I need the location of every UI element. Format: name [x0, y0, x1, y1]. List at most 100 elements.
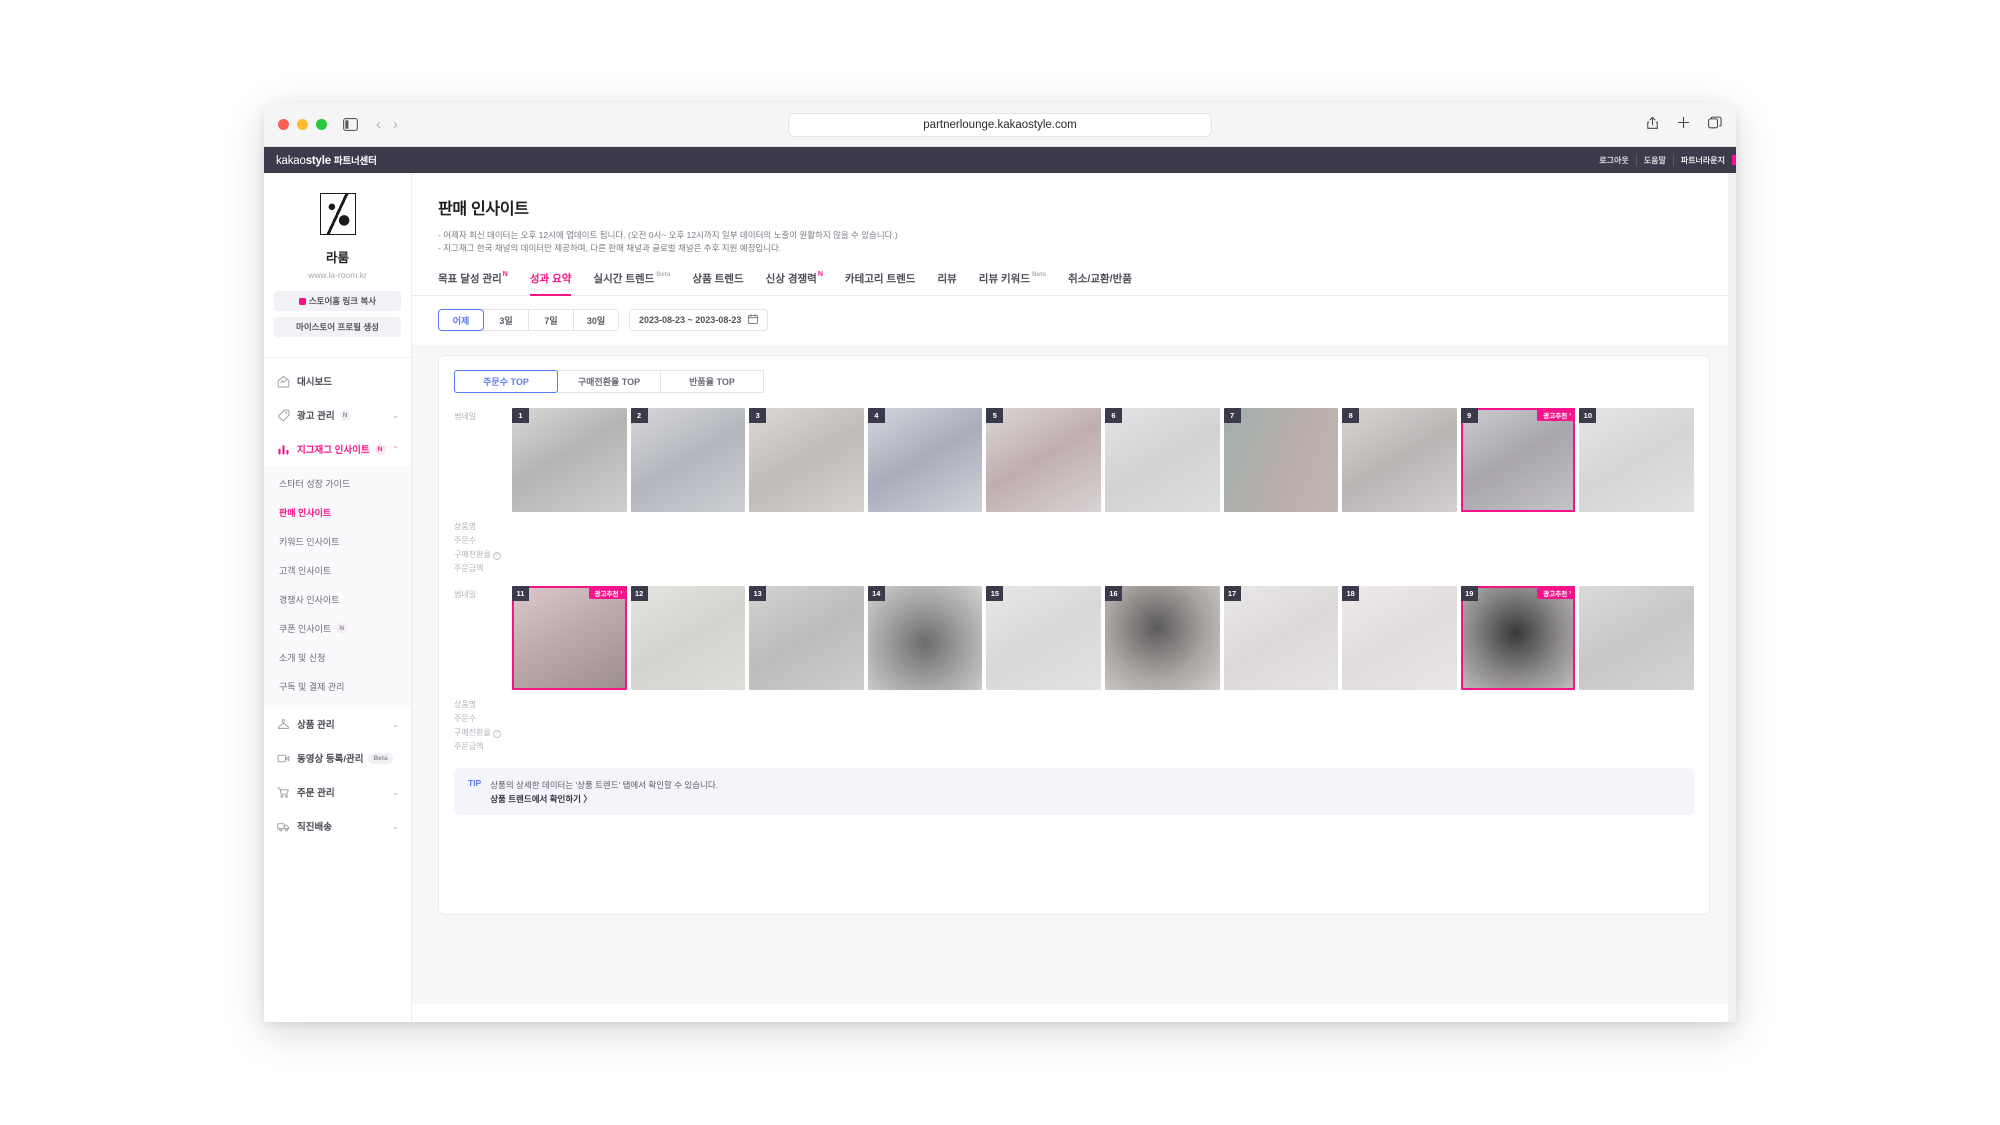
- sidebar-item-competitor-insight[interactable]: 경쟁사 인사이트: [264, 585, 411, 614]
- product-thumbnail[interactable]: 4: [867, 408, 983, 513]
- sidebar-item-product-management-label: 상품 관리: [297, 720, 335, 731]
- sidebar-item-subscription-billing[interactable]: 구독 및 결제 관리: [264, 672, 411, 701]
- period-yesterday-button[interactable]: 어제: [438, 309, 484, 332]
- sidebar-item-keyword-insight[interactable]: 키워드 인사이트: [264, 527, 411, 556]
- chevron-up-icon[interactable]: ⌃: [392, 445, 399, 454]
- tab-performance-summary[interactable]: 성과 요약: [529, 271, 571, 297]
- chevron-down-icon[interactable]: ⌄: [392, 720, 399, 729]
- help-link[interactable]: 도움말: [1635, 154, 1673, 166]
- sidebar-item-zigzag-insight[interactable]: 지그재그 인사이트 N ⌃: [264, 432, 411, 466]
- rank-badge: 1: [512, 408, 529, 424]
- product-thumbnail[interactable]: 7: [1223, 408, 1339, 513]
- main-content: 판매 인사이트 - 어제자 최신 데이터는 오후 12시에 업데이트 됩니다. …: [412, 173, 1736, 1022]
- sidebar-item-order-management[interactable]: 주문 관리 ⌄: [264, 775, 411, 809]
- product-thumbnail[interactable]: 10: [1579, 408, 1694, 513]
- copy-store-link-button[interactable]: 스토어홈 링크 복사: [274, 291, 401, 311]
- chevron-down-icon[interactable]: ⌄: [392, 822, 399, 831]
- tab-goal-management[interactable]: 목표 달성 관리N: [438, 271, 508, 295]
- product-thumbnail-ad[interactable]: 19 광고추천 ›: [1460, 586, 1576, 691]
- sidebar-item-direct-delivery[interactable]: 직진배송 ⌄: [264, 809, 411, 843]
- sidebar-item-direct-delivery-label: 직진배송: [297, 822, 332, 833]
- tab-cancel-exchange-return[interactable]: 취소/교환/반품: [1068, 271, 1132, 295]
- share-icon[interactable]: [1646, 116, 1659, 135]
- sidebar: 라룸 www.la-room.kr 스토어홈 링크 복사 마이스토어 프로필 생…: [264, 173, 412, 1022]
- product-thumbnail[interactable]: 13: [749, 586, 864, 691]
- sidebar-item-dashboard[interactable]: 대시보드: [264, 364, 411, 398]
- product-thumbnail[interactable]: [1579, 586, 1694, 691]
- url-text: partnerlounge.kakaostyle.com: [923, 119, 1077, 131]
- product-thumbnail[interactable]: 17: [1223, 586, 1339, 691]
- sidebar-item-dashboard-label: 대시보드: [297, 377, 332, 388]
- maximize-window-button[interactable]: [316, 119, 327, 130]
- create-mystore-profile-button[interactable]: 마이스토어 프로필 생성: [274, 317, 401, 337]
- browser-navigation[interactable]: ‹ ›: [376, 116, 398, 133]
- logout-link[interactable]: 로그아웃: [1592, 155, 1635, 166]
- rank-tab-return-rate[interactable]: 반품율 TOP: [660, 370, 764, 394]
- date-range-picker[interactable]: 2023-08-23 ~ 2023-08-23: [629, 309, 769, 332]
- product-thumbnail[interactable]: 1: [512, 408, 627, 513]
- product-thumbnail[interactable]: 16: [1104, 586, 1220, 691]
- sidebar-item-intro-apply[interactable]: 소개 및 신청: [264, 643, 411, 672]
- rank-block-2: 썸네일 11 광고추천 › 12 13 14 15 16 17 18 19 광고…: [454, 586, 1694, 754]
- ad-recommend-badge[interactable]: 광고추천 ›: [588, 586, 627, 600]
- sidebar-item-video-management[interactable]: 동영상 등록/관리 Beta: [264, 741, 411, 775]
- tab-new-product-competitiveness[interactable]: 신상 경쟁력N: [766, 271, 823, 295]
- store-badge-icon: [298, 298, 306, 305]
- product-thumbnail-ad[interactable]: 9 광고추천 ›: [1460, 408, 1576, 513]
- partner-lounge-link[interactable]: 파트너라운지: [1672, 154, 1732, 166]
- ad-recommend-badge[interactable]: 광고추천 ›: [1537, 408, 1576, 422]
- product-thumbnail[interactable]: 6: [1104, 408, 1220, 513]
- forward-icon[interactable]: ›: [393, 116, 398, 133]
- tab-overview-icon[interactable]: [1708, 116, 1722, 134]
- tip-link[interactable]: 상품 트렌드에서 확인하기 〉: [490, 793, 718, 805]
- tab-label: 취소/교환/반품: [1068, 273, 1132, 286]
- sidebar-item-sales-insight[interactable]: 판매 인사이트: [264, 498, 411, 527]
- product-thumbnail[interactable]: 18: [1342, 586, 1457, 691]
- tab-realtime-trend[interactable]: 실시간 트렌드 Beta: [593, 271, 670, 295]
- chevron-down-icon[interactable]: ⌄: [392, 411, 399, 420]
- page-scrollbar[interactable]: [1728, 173, 1736, 1022]
- product-thumbnail[interactable]: 14: [867, 586, 983, 691]
- rank-badge: 12: [630, 586, 648, 602]
- back-icon[interactable]: ‹: [376, 116, 381, 133]
- sidebar-subitem-label: 고객 인사이트: [279, 566, 332, 576]
- sidebar-item-starter-growth-guide[interactable]: 스타터 성장 가이드: [264, 469, 411, 498]
- product-thumbnail[interactable]: 3: [749, 408, 864, 513]
- product-thumbnail[interactable]: 15: [986, 586, 1101, 691]
- chevron-down-icon[interactable]: ⌄: [392, 788, 399, 797]
- minimize-window-button[interactable]: [297, 119, 308, 130]
- period-3days-button[interactable]: 3일: [483, 309, 529, 332]
- rank-tab-order-count[interactable]: 주문수 TOP: [454, 370, 558, 394]
- tab-category-trend[interactable]: 카테고리 트렌드: [845, 271, 916, 295]
- period-30days-button[interactable]: 30일: [573, 309, 619, 332]
- brand-logo[interactable]: kakaostyle 파트너센터: [276, 153, 377, 167]
- product-thumbnail[interactable]: 2: [630, 408, 746, 513]
- info-icon[interactable]: ?: [492, 729, 501, 738]
- video-icon: [276, 752, 290, 765]
- brand-light: kakao: [276, 155, 306, 167]
- product-thumbnail-ad[interactable]: 11 광고추천 ›: [512, 586, 627, 691]
- sidebar-item-product-management[interactable]: 상품 관리 ⌄: [264, 707, 411, 741]
- info-icon[interactable]: ?: [492, 551, 501, 560]
- page-title: 판매 인사이트: [438, 201, 529, 218]
- product-thumbnail[interactable]: 5: [986, 408, 1101, 513]
- sidebar-toggle-icon[interactable]: [343, 118, 358, 131]
- address-bar[interactable]: partnerlounge.kakaostyle.com: [788, 113, 1212, 137]
- period-7days-button[interactable]: 7일: [528, 309, 574, 332]
- product-thumbnail[interactable]: 12: [630, 586, 746, 691]
- sidebar-item-coupon-insight[interactable]: 쿠폰 인사이트 N: [264, 614, 411, 643]
- calendar-icon[interactable]: [748, 314, 759, 326]
- sidebar-item-customer-insight[interactable]: 고객 인사이트: [264, 556, 411, 585]
- product-thumbnail[interactable]: 8: [1342, 408, 1457, 513]
- tab-review-keyword[interactable]: 리뷰 키워드 Beta: [979, 271, 1046, 295]
- tip-text: 상품의 상세한 데이터는 '상품 트렌드' 탭에서 확인할 수 있습니다.: [490, 780, 719, 791]
- ad-recommend-badge[interactable]: 광고추천 ›: [1537, 586, 1576, 600]
- new-tab-icon[interactable]: [1677, 116, 1690, 134]
- window-controls[interactable]: [278, 119, 327, 130]
- sidebar-item-ad-management[interactable]: 광고 관리 N ⌄: [264, 398, 411, 432]
- rank-tab-conversion-rate[interactable]: 구매전환율 TOP: [557, 370, 661, 394]
- tab-product-trend[interactable]: 상품 트렌드: [692, 271, 743, 295]
- rank-badge: 4: [867, 408, 885, 424]
- tab-review[interactable]: 리뷰: [937, 271, 956, 295]
- close-window-button[interactable]: [278, 119, 289, 130]
